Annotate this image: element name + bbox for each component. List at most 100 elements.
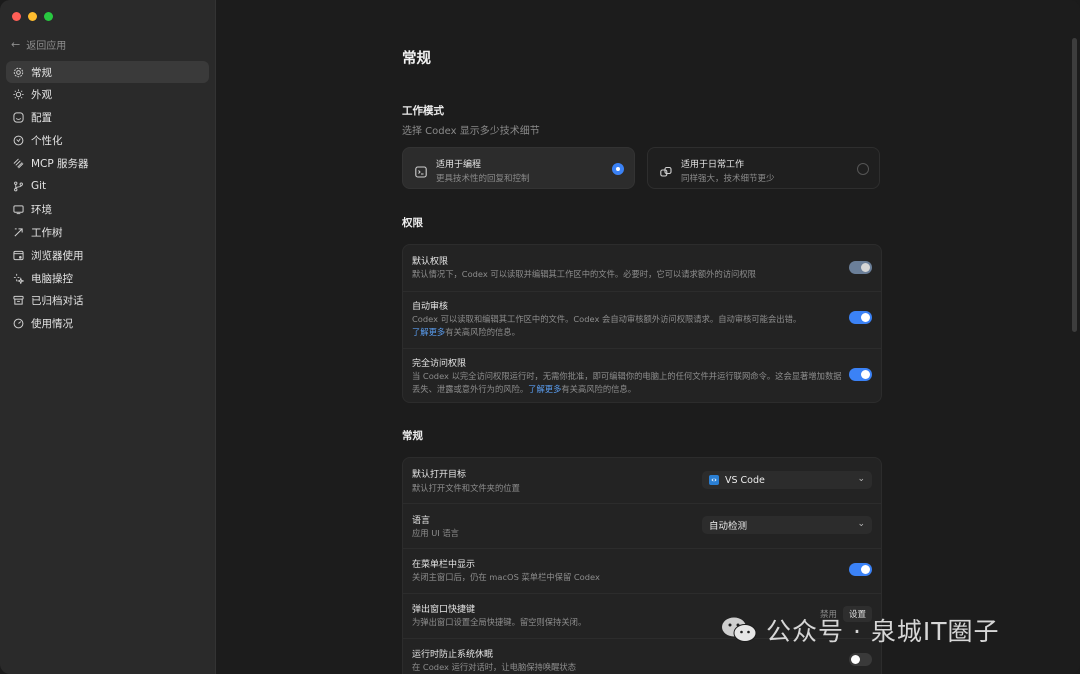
row-desc-suffix: 有关高风险的信息。 bbox=[561, 383, 637, 394]
sidebar-item-usage[interactable]: 使用情况 bbox=[6, 313, 209, 335]
wechat-icon bbox=[720, 615, 758, 645]
row-desc: 在 Codex 运行对话时，让电脑保持唤醒状态 bbox=[412, 662, 577, 672]
row-desc: 关闭主窗口后，仍在 macOS 菜单栏中保留 Codex bbox=[412, 572, 600, 582]
vscode-icon: ‹› bbox=[709, 475, 719, 485]
sidebar-item-label: 外观 bbox=[31, 89, 52, 102]
sidebar-item-appearance[interactable]: 外观 bbox=[6, 84, 209, 106]
main-content: 常规 工作模式 选择 Codex 显示多少技术细节 适用于编程 更具技术性的回复… bbox=[216, 0, 1080, 674]
sidebar: ← 返回应用 常规 外观 配置 个性化 MCP 服务器 Git 环境 工作树 浏… bbox=[0, 0, 216, 674]
default-permission-toggle[interactable] bbox=[849, 261, 872, 274]
sidebar-item-general[interactable]: 常规 bbox=[6, 61, 209, 83]
row-title: 完全访问权限 bbox=[412, 359, 467, 369]
mode-desc: 更具技术性的回复和控制 bbox=[436, 174, 530, 184]
sidebar-item-label: 电脑操控 bbox=[31, 272, 73, 285]
personalize-icon bbox=[12, 135, 24, 147]
sidebar-item-label: 使用情况 bbox=[31, 318, 73, 331]
mode-title: 适用于编程 bbox=[436, 160, 482, 170]
sidebar-item-worktree[interactable]: 工作树 bbox=[6, 221, 209, 243]
row-title: 自动审核 bbox=[412, 302, 449, 312]
learn-more-link[interactable]: 了解更多 bbox=[528, 384, 561, 394]
row-desc: Codex 可以读取和编辑其工作区中的文件。Codex 会自动审核额外访问权限请… bbox=[412, 313, 842, 338]
zoom-window-button[interactable] bbox=[44, 12, 53, 21]
minimize-window-button[interactable] bbox=[28, 12, 37, 21]
learn-more-link[interactable]: 了解更多 bbox=[412, 327, 445, 337]
sidebar-item-label: 个性化 bbox=[31, 135, 63, 148]
sidebar-item-browser[interactable]: 浏览器使用 bbox=[6, 244, 209, 266]
row-title: 默认打开目标 bbox=[412, 470, 467, 480]
permission-row-auto-review: 自动审核 Codex 可以读取和编辑其工作区中的文件。Codex 会自动审核额外… bbox=[403, 292, 881, 348]
permission-row-default: 默认权限 默认情况下，Codex 可以读取并编辑其工作区中的文件。必要时，它可以… bbox=[403, 245, 881, 291]
mode-radio-daily[interactable] bbox=[857, 163, 869, 175]
auto-review-toggle[interactable] bbox=[849, 311, 872, 324]
monitor-icon bbox=[12, 203, 24, 215]
default-open-target-select[interactable]: ‹› VS Code ⌄ bbox=[702, 471, 872, 489]
back-to-app-link[interactable]: ← 返回应用 bbox=[11, 37, 66, 52]
git-branch-icon bbox=[12, 180, 24, 192]
permission-row-full-access: 完全访问权限 当 Codex 以完全访问权限运行时，无需你批准，即可编辑你的电脑… bbox=[403, 349, 881, 403]
browser-icon bbox=[12, 249, 24, 261]
general-row-language: 语言 应用 UI 语言 自动检测 ⌄ bbox=[403, 504, 881, 548]
row-title: 默认权限 bbox=[412, 257, 449, 267]
page-title: 常规 bbox=[402, 51, 431, 67]
sidebar-item-personalize[interactable]: 个性化 bbox=[6, 130, 209, 152]
permissions-panel: 默认权限 默认情况下，Codex 可以读取并编辑其工作区中的文件。必要时，它可以… bbox=[402, 244, 882, 403]
row-title: 运行时防止系统休眠 bbox=[412, 650, 494, 660]
archive-icon bbox=[12, 295, 24, 307]
gear-icon bbox=[12, 66, 24, 78]
row-desc: 默认情况下，Codex 可以读取并编辑其工作区中的文件。必要时，它可以请求额外的… bbox=[412, 269, 756, 279]
general-row-menubar: 在菜单栏中显示 关闭主窗口后，仍在 macOS 菜单栏中保留 Codex bbox=[403, 549, 881, 593]
sidebar-item-environment[interactable]: 环境 bbox=[6, 198, 209, 220]
sidebar-item-label: Git bbox=[31, 180, 47, 193]
mode-desc: 同样强大，技术细节更少 bbox=[681, 174, 775, 184]
sun-icon bbox=[12, 89, 24, 101]
general-title: 常规 bbox=[402, 430, 423, 442]
sidebar-item-label: 环境 bbox=[31, 203, 52, 216]
close-window-button[interactable] bbox=[12, 12, 21, 21]
watermark-text: 公众号 · 泉城IT圈子 bbox=[766, 617, 1000, 646]
chevron-down-icon: ⌄ bbox=[857, 474, 865, 484]
mcp-icon bbox=[12, 158, 24, 170]
row-desc: 当 Codex 以完全访问权限运行时，无需你批准，即可编辑你的电脑上的任何文件并… bbox=[412, 370, 842, 395]
general-row-default-open: 默认打开目标 默认打开文件和文件夹的位置 ‹› VS Code ⌄ bbox=[403, 458, 881, 503]
sidebar-item-archived[interactable]: 已归档对话 bbox=[6, 290, 209, 312]
full-access-toggle[interactable] bbox=[849, 368, 872, 381]
sidebar-item-mcp[interactable]: MCP 服务器 bbox=[6, 153, 209, 175]
settings-window: ← 返回应用 常规 外观 配置 个性化 MCP 服务器 Git 环境 工作树 浏… bbox=[0, 0, 1080, 674]
work-mode-title: 工作模式 bbox=[402, 105, 444, 117]
gauge-icon bbox=[12, 318, 24, 330]
permissions-title: 权限 bbox=[402, 217, 423, 229]
sidebar-item-label: MCP 服务器 bbox=[31, 158, 89, 171]
sparkle-icon bbox=[12, 272, 24, 284]
chevron-down-icon: ⌄ bbox=[857, 519, 865, 529]
row-desc-text: Codex 可以读取和编辑其工作区中的文件。Codex 会自动审核额外访问权限请… bbox=[412, 314, 802, 324]
sidebar-item-computer-control[interactable]: 电脑操控 bbox=[6, 267, 209, 289]
watermark: 公众号 · 泉城IT圈子 bbox=[720, 612, 1000, 648]
work-mode-subtitle: 选择 Codex 显示多少技术细节 bbox=[402, 126, 540, 137]
terminal-icon bbox=[415, 163, 427, 178]
language-select[interactable]: 自动检测 ⌄ bbox=[702, 516, 872, 534]
sidebar-item-label: 工作树 bbox=[31, 226, 63, 239]
sidebar-item-label: 配置 bbox=[31, 112, 52, 125]
arrow-left-icon: ← bbox=[11, 38, 21, 51]
row-title: 在菜单栏中显示 bbox=[412, 560, 476, 570]
mode-title: 适用于日常工作 bbox=[681, 160, 745, 170]
sidebar-item-label: 已归档对话 bbox=[31, 295, 84, 308]
prevent-sleep-toggle[interactable] bbox=[849, 653, 872, 666]
worktree-icon bbox=[12, 226, 24, 238]
config-icon bbox=[12, 112, 24, 124]
row-desc-suffix: 有关高风险的信息。 bbox=[445, 326, 520, 337]
link-icon bbox=[660, 163, 672, 177]
sidebar-item-git[interactable]: Git bbox=[6, 175, 209, 197]
sidebar-item-label: 浏览器使用 bbox=[31, 249, 84, 262]
select-value: VS Code bbox=[725, 474, 765, 486]
mode-radio-coding[interactable] bbox=[612, 163, 624, 175]
sidebar-nav: 常规 外观 配置 个性化 MCP 服务器 Git 环境 工作树 浏览器使用 电脑… bbox=[6, 61, 209, 336]
row-title: 弹出窗口快捷键 bbox=[412, 605, 476, 615]
scrollbar[interactable] bbox=[1072, 38, 1077, 332]
mode-card-coding[interactable]: 适用于编程 更具技术性的回复和控制 bbox=[402, 147, 635, 189]
sidebar-item-config[interactable]: 配置 bbox=[6, 107, 209, 129]
sidebar-item-label: 常规 bbox=[31, 66, 52, 79]
menubar-toggle[interactable] bbox=[849, 563, 872, 576]
mode-card-daily[interactable]: 适用于日常工作 同样强大，技术细节更少 bbox=[647, 147, 880, 189]
back-label: 返回应用 bbox=[26, 41, 67, 52]
